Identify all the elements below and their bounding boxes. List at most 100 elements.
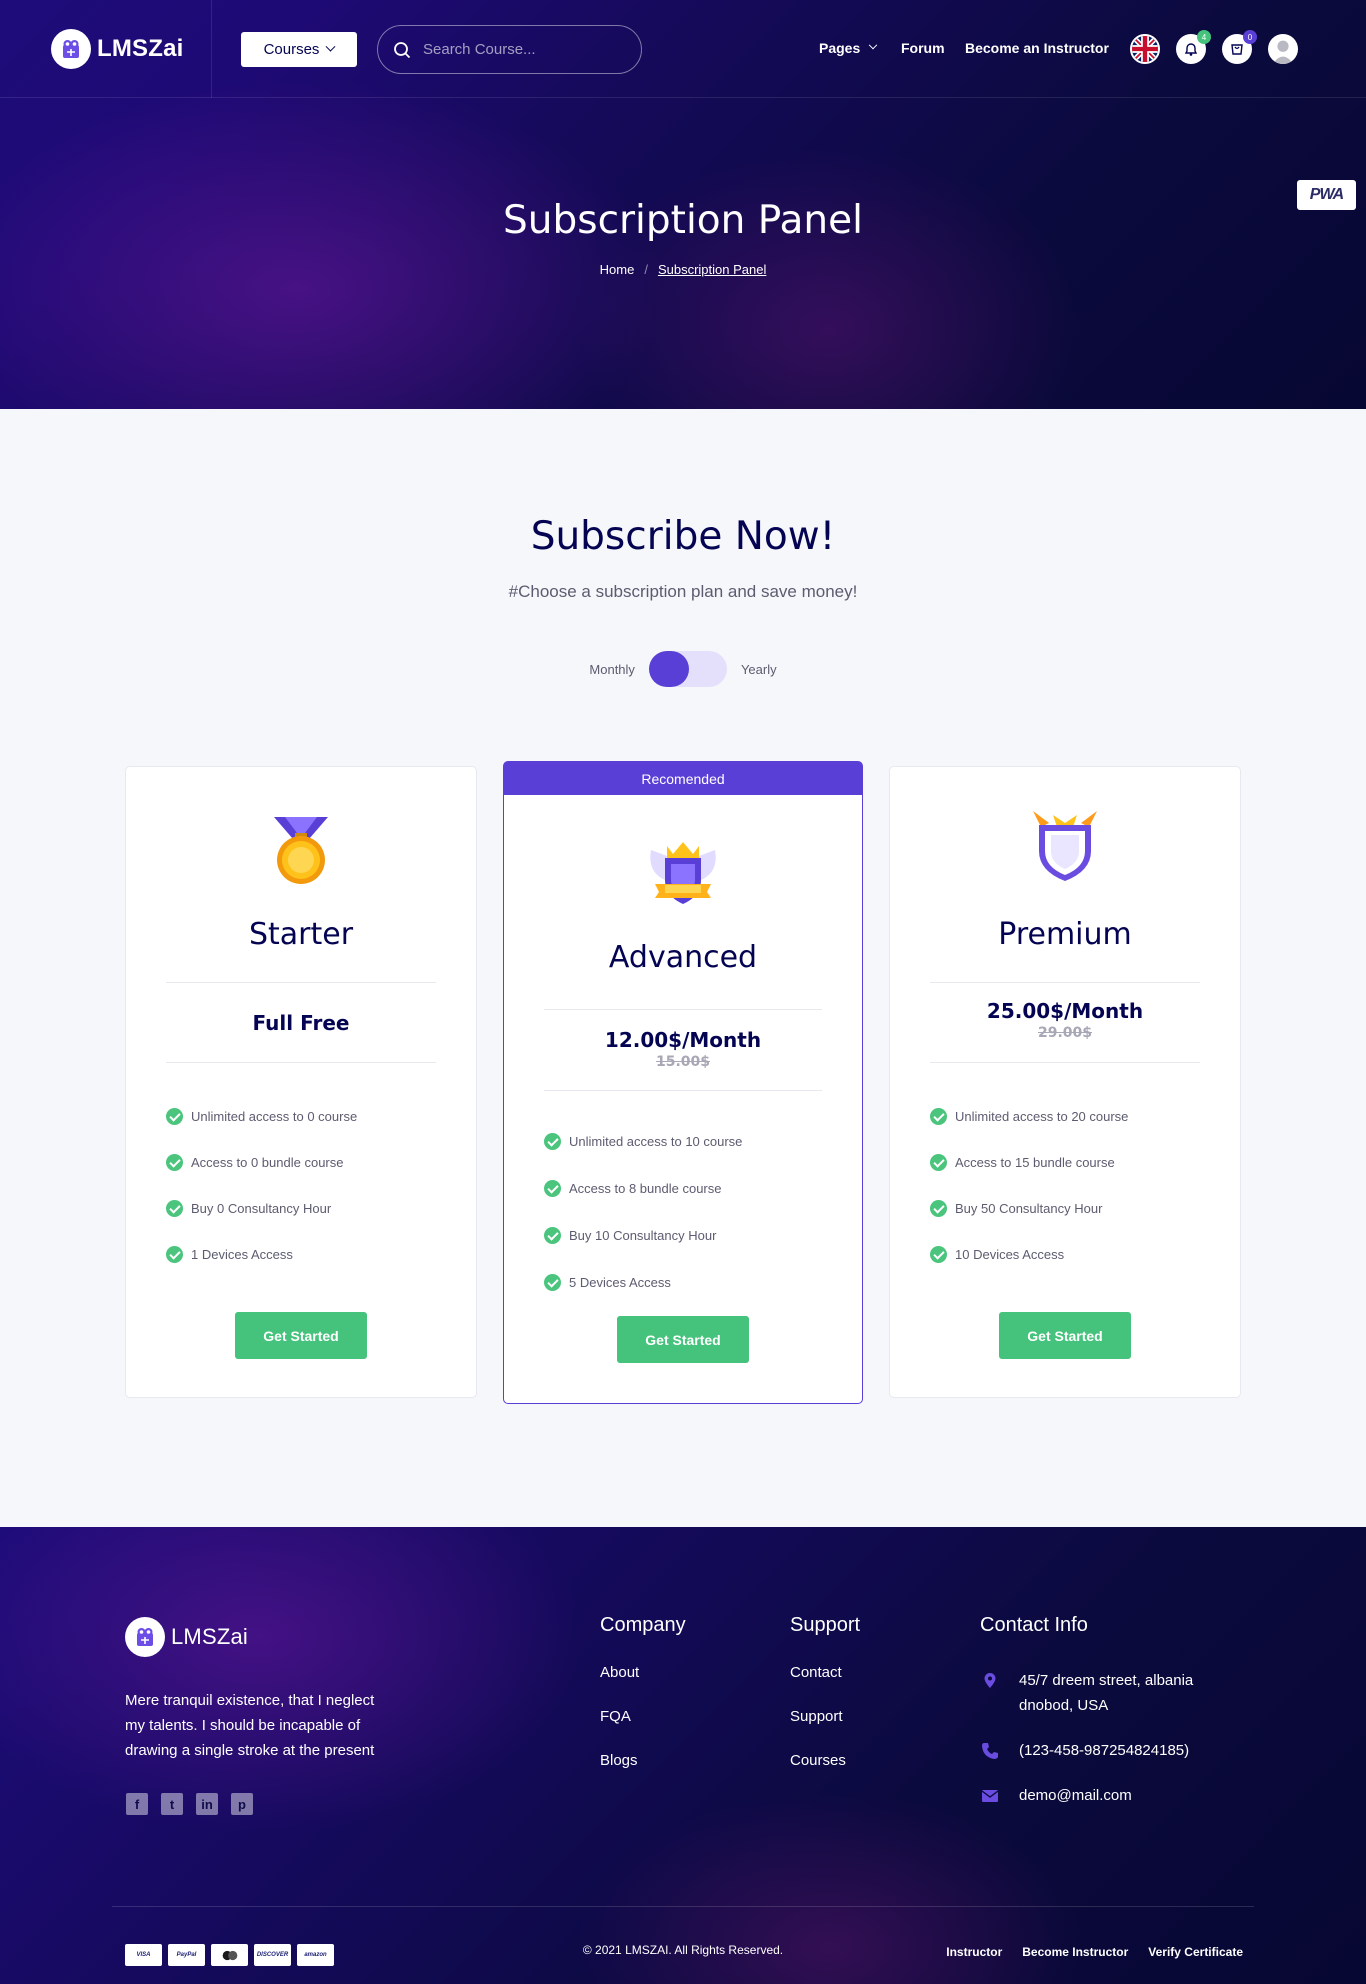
search-bar bbox=[377, 25, 642, 74]
check-icon bbox=[930, 1245, 947, 1263]
plan-card-advanced: Recomended Advanced 12.00$/Month 15.00$ … bbox=[503, 761, 863, 1404]
check-icon bbox=[930, 1199, 947, 1217]
location-pin-icon bbox=[984, 1673, 996, 1688]
footer-company-title: Company bbox=[600, 1614, 686, 1636]
feature-list: Unlimited access to 0 course Access to 0… bbox=[166, 1093, 456, 1277]
courses-dropdown-button[interactable]: Courses bbox=[241, 32, 357, 67]
check-icon bbox=[544, 1133, 561, 1150]
footer-divider bbox=[112, 1906, 1254, 1907]
notification-button[interactable]: 4 bbox=[1176, 30, 1211, 64]
footer-company-column: Company About FQA Blogs bbox=[600, 1614, 686, 1796]
cart-icon bbox=[1231, 44, 1243, 55]
footer-link-courses[interactable]: Courses bbox=[790, 1752, 860, 1769]
toggle-yearly-label[interactable]: Yearly bbox=[741, 662, 777, 677]
plan-price: 25.00$/Month bbox=[986, 999, 1144, 1023]
nav-pages[interactable]: Pages bbox=[819, 40, 878, 56]
site-footer: LMSZai Mere tranquil existence, that I n… bbox=[0, 1527, 1366, 1984]
footer-link-verify-certificate[interactable]: Verify Certificate bbox=[1148, 1945, 1243, 1959]
plan-name: Advanced bbox=[608, 940, 758, 975]
facebook-icon[interactable]: f bbox=[126, 1793, 148, 1815]
feature-item: Unlimited access to 10 course bbox=[544, 1118, 842, 1165]
plan-name: Premium bbox=[998, 917, 1132, 952]
feature-item: Unlimited access to 0 course bbox=[166, 1093, 456, 1139]
feature-list: Unlimited access to 10 course Access to … bbox=[544, 1118, 842, 1306]
feature-text: Buy 10 Consultancy Hour bbox=[569, 1228, 717, 1243]
feature-item: Access to 8 bundle course bbox=[544, 1165, 842, 1212]
plan-old-price: 29.00$ bbox=[1037, 1025, 1093, 1041]
twitter-icon[interactable]: t bbox=[161, 1793, 183, 1815]
get-started-button[interactable]: Get Started bbox=[617, 1316, 749, 1363]
feature-item: Access to 0 bundle course bbox=[166, 1139, 456, 1185]
feature-item: Buy 50 Consultancy Hour bbox=[930, 1185, 1220, 1231]
footer-link-become-instructor[interactable]: Become Instructor bbox=[1022, 1945, 1128, 1959]
linkedin-icon[interactable]: in bbox=[196, 1793, 218, 1815]
contact-email: demo@mail.com bbox=[980, 1783, 1132, 1808]
logo-text: LMSZai bbox=[97, 35, 184, 62]
get-started-button[interactable]: Get Started bbox=[999, 1312, 1131, 1359]
search-input[interactable] bbox=[423, 41, 623, 58]
billing-toggle-row: Monthly Yearly bbox=[0, 651, 1366, 687]
footer-link-instructor[interactable]: Instructor bbox=[946, 1945, 1002, 1959]
breadcrumb-current[interactable]: Subscription Panel bbox=[658, 262, 766, 277]
feature-text: 5 Devices Access bbox=[569, 1275, 671, 1290]
crown-shield-icon bbox=[650, 842, 716, 904]
feature-item: Buy 10 Consultancy Hour bbox=[544, 1212, 842, 1259]
navbar-divider bbox=[211, 0, 212, 98]
plan-name: Starter bbox=[248, 917, 354, 952]
footer-link-support[interactable]: Support bbox=[790, 1708, 860, 1725]
shield-icon bbox=[1033, 811, 1097, 881]
bell-icon bbox=[1184, 43, 1198, 56]
check-icon bbox=[166, 1245, 183, 1263]
footer-contact-title: Contact Info bbox=[980, 1614, 1088, 1636]
contact-address-text: 45/7 dreem street, albania dnobod, USA bbox=[1019, 1672, 1194, 1714]
card-divider bbox=[930, 1062, 1200, 1063]
recommended-badge: Recomended bbox=[504, 762, 862, 795]
contact-phone-text[interactable]: (123-458-987254824185) bbox=[1019, 1738, 1189, 1763]
check-icon bbox=[544, 1274, 561, 1291]
feature-item: 10 Devices Access bbox=[930, 1231, 1220, 1277]
contact-email-text[interactable]: demo@mail.com bbox=[1019, 1783, 1132, 1808]
feature-item: Buy 0 Consultancy Hour bbox=[166, 1185, 456, 1231]
pwa-badge[interactable]: PWA bbox=[1297, 180, 1356, 210]
feature-text: Access to 8 bundle course bbox=[569, 1181, 722, 1196]
courses-label: Courses bbox=[263, 41, 320, 58]
pwa-badge-text: PWA bbox=[1309, 186, 1344, 203]
switch-knob bbox=[648, 651, 689, 687]
footer-link-about[interactable]: About bbox=[600, 1664, 686, 1681]
phone-icon bbox=[982, 1743, 998, 1759]
site-logo[interactable]: LMSZai bbox=[51, 29, 184, 69]
nav-become-instructor[interactable]: Become an Instructor bbox=[965, 40, 1109, 56]
toggle-monthly-label[interactable]: Monthly bbox=[589, 662, 635, 677]
nav-pages-label: Pages bbox=[819, 40, 861, 56]
section-title: Subscribe Now! bbox=[530, 514, 836, 559]
medal-icon bbox=[274, 817, 328, 884]
footer-support-title: Support bbox=[790, 1614, 861, 1636]
feature-text: Access to 0 bundle course bbox=[191, 1154, 344, 1170]
card-divider bbox=[544, 1009, 822, 1010]
billing-period-switch[interactable] bbox=[648, 651, 727, 687]
nav-forum[interactable]: Forum bbox=[901, 40, 945, 56]
plan-price: 12.00$/Month bbox=[604, 1028, 762, 1052]
notification-count-badge: 4 bbox=[1197, 30, 1211, 44]
chevron-down-icon bbox=[869, 40, 878, 50]
plan-card-starter: Starter Full Free Unlimited access to 0 … bbox=[125, 766, 477, 1398]
footer-link-contact[interactable]: Contact bbox=[790, 1664, 860, 1681]
footer-logo[interactable]: LMSZai bbox=[125, 1617, 248, 1657]
logo-mark-icon bbox=[51, 29, 91, 69]
user-avatar[interactable] bbox=[1268, 34, 1298, 64]
user-icon bbox=[1272, 40, 1294, 64]
logo-mark-icon bbox=[125, 1617, 165, 1657]
footer-link-fqa[interactable]: FQA bbox=[600, 1708, 686, 1725]
pinterest-icon[interactable]: p bbox=[231, 1793, 253, 1815]
feature-text: Access to 15 bundle course bbox=[955, 1154, 1115, 1170]
top-navbar: LMSZai Courses Pages Forum Become an Ins… bbox=[0, 0, 1366, 98]
get-started-button[interactable]: Get Started bbox=[235, 1312, 367, 1359]
footer-contact-column: Contact Info bbox=[980, 1614, 1088, 1664]
footer-link-blogs[interactable]: Blogs bbox=[600, 1752, 686, 1769]
breadcrumb-home[interactable]: Home bbox=[600, 262, 635, 277]
check-icon bbox=[544, 1180, 561, 1197]
language-flag-icon[interactable] bbox=[1130, 34, 1160, 64]
check-icon bbox=[544, 1227, 561, 1244]
card-divider bbox=[166, 1062, 436, 1063]
cart-button[interactable]: 0 bbox=[1222, 30, 1257, 64]
